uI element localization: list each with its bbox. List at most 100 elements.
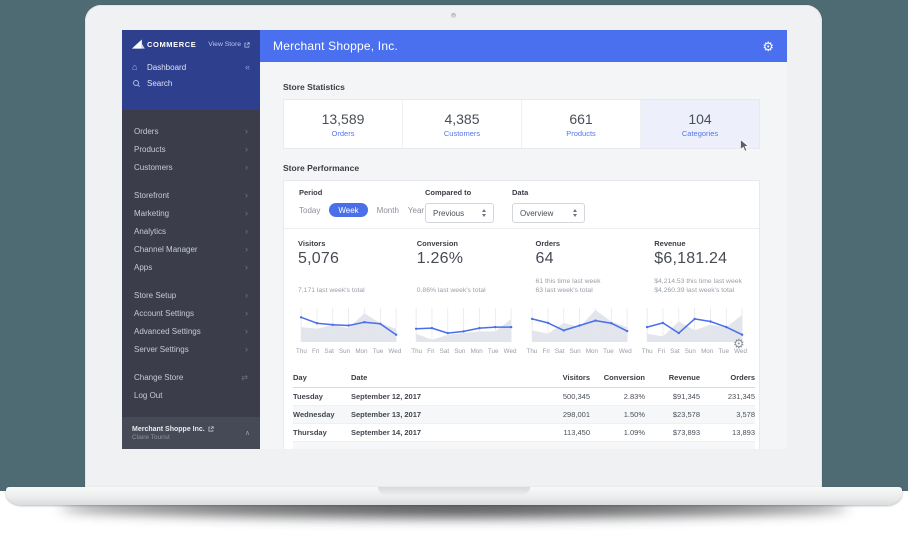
metric-value: 5,076 (298, 250, 397, 268)
main-content: Store Statistics 13,589 Orders 4,385 Cus… (260, 62, 787, 449)
metric-value: 64 (536, 250, 635, 268)
compared-to-select[interactable]: Previous (425, 203, 494, 223)
chevron-right-icon: › (245, 191, 248, 200)
period-option-week[interactable]: Week (329, 203, 367, 217)
logo-text: COMMERCE (147, 40, 196, 49)
chart-day-label: Wed (504, 348, 517, 355)
nav-label: Customers (134, 163, 173, 172)
table-header-day: Day (293, 373, 351, 382)
period-control: Period Today Week Month Year (299, 188, 424, 217)
nav-label: Analytics (134, 227, 166, 236)
bigcommerce-logo-icon (131, 39, 146, 50)
cell-conversion: 2.83% (590, 392, 645, 401)
store-switcher[interactable]: Merchant Shoppe Inc. Claire Tourist ∧ (122, 417, 260, 449)
chart-day-label: Mon (471, 348, 483, 355)
period-option-year[interactable]: Year (408, 206, 424, 215)
caret-up-icon[interactable]: ∧ (245, 429, 250, 437)
cell-orders: 3,578 (700, 410, 755, 419)
chart-day-label: Tue (718, 348, 729, 355)
view-store-link[interactable]: View Store (208, 41, 250, 48)
cell-revenue: $73,893 (645, 428, 700, 437)
sidebar-item-advanced-settings[interactable]: Advanced Settings› (122, 322, 260, 340)
cursor-pointer-icon (740, 139, 749, 154)
chart-day-label: Sat (440, 348, 449, 355)
sidebar-item-products[interactable]: Products› (122, 140, 260, 158)
period-option-today[interactable]: Today (299, 206, 320, 215)
nav-label: Store Setup (134, 291, 176, 300)
nav-label: Account Settings (134, 309, 194, 318)
sidebar-item-channel-manager[interactable]: Channel Manager› (122, 240, 260, 258)
compared-to-label: Compared to (425, 188, 494, 197)
stat-orders[interactable]: 13,589 Orders (284, 100, 402, 148)
sidebar: COMMERCE View Store ⌂ Dashboard « Sear (122, 30, 260, 449)
stat-products[interactable]: 661 Products (521, 100, 640, 148)
chart-day-label: Fri (427, 348, 434, 355)
compared-to-value: Previous (433, 209, 464, 218)
cell-revenue: $23,578 (645, 410, 700, 419)
data-label: Data (512, 188, 585, 197)
change-store-label: Change Store (134, 373, 183, 382)
sidebar-item-apps[interactable]: Apps› (122, 258, 260, 276)
sidebar-item-account-settings[interactable]: Account Settings› (122, 304, 260, 322)
collapse-sidebar-icon[interactable]: « (245, 62, 250, 72)
metrics-row: Visitors 5,076 7,171 last week's total C… (284, 229, 759, 303)
metric-label: Visitors (298, 239, 397, 248)
nav-label: Channel Manager (134, 245, 198, 254)
stat-value: 4,385 (444, 111, 479, 127)
sidebar-item-dashboard[interactable]: ⌂ Dashboard « (122, 59, 260, 75)
performance-table: Day Date Visitors Conversion Revenue Ord… (284, 367, 759, 449)
metric-revenue: Revenue $6,181.24 $4,214.53 this time la… (640, 229, 759, 303)
chevron-right-icon: › (245, 263, 248, 272)
chart-day-label: Thu (411, 348, 422, 355)
table-row: Wednesday September 13, 2017 298,001 1.5… (293, 406, 755, 424)
sparkline-visitors: ThuFriSatSunMonTueWed (291, 305, 406, 367)
stat-value: 13,589 (322, 111, 365, 127)
data-control: Data Overview (512, 188, 585, 223)
chart-day-label: Tue (603, 348, 614, 355)
chart-day-labels: ThuFriSatSunMonTueWed (295, 348, 402, 355)
period-option-month[interactable]: Month (377, 206, 399, 215)
stat-customers[interactable]: 4,385 Customers (402, 100, 521, 148)
table-row-partial (293, 442, 755, 449)
cell-orders: 231,345 (700, 392, 755, 401)
compared-to-control: Compared to Previous (425, 188, 494, 223)
search-icon (133, 80, 139, 86)
chart-day-label: Sun (454, 348, 465, 355)
sidebar-item-server-settings[interactable]: Server Settings › (122, 340, 260, 358)
log-out-button[interactable]: Log Out (122, 386, 260, 404)
cell-date: September 13, 2017 (351, 410, 528, 419)
chart-day-label: Sat (555, 348, 564, 355)
sidebar-top: COMMERCE View Store ⌂ Dashboard « Sear (122, 30, 260, 110)
chevron-right-icon: › (245, 163, 248, 172)
page-title: Merchant Shoppe, Inc. (273, 39, 398, 53)
metric-sub: 7,171 last week's total (298, 286, 397, 295)
chevron-right-icon: › (245, 209, 248, 218)
sidebar-item-storefront[interactable]: Storefront › (122, 186, 260, 204)
store-switcher-names: Merchant Shoppe Inc. Claire Tourist (132, 426, 214, 441)
period-label: Period (299, 188, 424, 197)
data-select[interactable]: Overview (512, 203, 585, 223)
sidebar-item-analytics[interactable]: Analytics› (122, 222, 260, 240)
chevron-right-icon: › (245, 291, 248, 300)
table-header-date: Date (351, 373, 528, 382)
chart-settings-gear-icon[interactable]: ⚙ (733, 337, 745, 350)
sparkline-conversion: ThuFriSatSunMonTueWed (406, 305, 521, 367)
nav-label: Server Settings (134, 345, 189, 354)
sidebar-item-search[interactable]: Search (122, 75, 260, 91)
view-store-label: View Store (208, 41, 241, 48)
settings-gear-icon[interactable]: ⚙ (762, 40, 774, 53)
cell-day: Tuesday (293, 392, 351, 401)
nav-label: Storefront (134, 191, 169, 200)
chart-day-label: Sun (685, 348, 696, 355)
table-header-conversion: Conversion (590, 373, 645, 382)
metric-sub: 61 this time last week (536, 277, 635, 286)
sidebar-item-store-setup[interactable]: Store Setup › (122, 286, 260, 304)
sidebar-item-orders[interactable]: Orders› (122, 122, 260, 140)
chart-day-label: Mon (355, 348, 367, 355)
change-store-button[interactable]: Change Store ⇄ (122, 368, 260, 386)
chevron-right-icon: › (245, 345, 248, 354)
sidebar-item-customers[interactable]: Customers › (122, 158, 260, 176)
sidebar-item-marketing[interactable]: Marketing› (122, 204, 260, 222)
footer-store-name: Merchant Shoppe Inc. (132, 426, 205, 433)
cell-visitors: 500,345 (528, 392, 590, 401)
